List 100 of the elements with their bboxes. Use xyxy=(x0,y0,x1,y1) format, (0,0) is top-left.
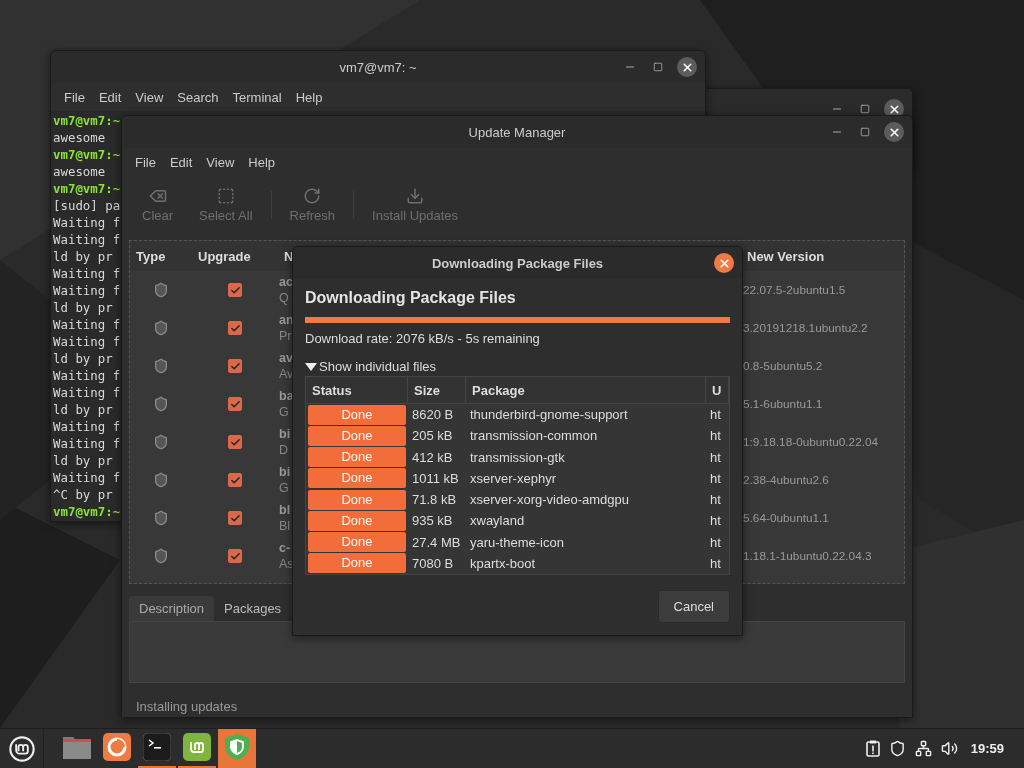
table-cell-text: ht xyxy=(709,470,722,486)
status-badge: Done xyxy=(308,425,406,446)
shield-icon xyxy=(153,358,169,374)
maximize-icon xyxy=(653,62,663,72)
table-cell-text: ht xyxy=(709,534,722,550)
table-cell-text: 2.38-4ubuntu2.6 xyxy=(742,473,830,487)
terminal-line: ld by pr xyxy=(53,452,113,469)
tab[interactable]: Packages xyxy=(214,596,292,621)
close-button[interactable] xyxy=(677,57,697,77)
menu-item[interactable]: View xyxy=(128,89,171,105)
terminal-prompt: vm7@vm7:~ xyxy=(53,503,121,520)
table-cell-text: ht xyxy=(709,428,722,444)
table-cell-text: ht xyxy=(709,407,722,423)
backspace-icon xyxy=(148,187,167,205)
close-icon xyxy=(887,102,901,116)
dialog-title: Downloading Package Files xyxy=(431,255,604,271)
package-description: D xyxy=(279,442,289,458)
caret-icon xyxy=(305,362,317,371)
menu-item[interactable]: View xyxy=(199,154,242,170)
menu-item[interactable]: Search xyxy=(170,89,226,105)
checkbox[interactable] xyxy=(228,359,242,373)
checkbox[interactable] xyxy=(228,549,242,563)
menu-item[interactable]: File xyxy=(57,89,92,105)
table-cell-text: 0.8-5ubuntu5.2 xyxy=(742,359,824,373)
status-badge: Done xyxy=(308,553,406,574)
shield-icon xyxy=(224,733,250,761)
terminal-line: Waiting f xyxy=(53,316,121,333)
menu-item[interactable]: Help xyxy=(288,89,330,105)
table-cell-text: ht xyxy=(709,555,722,571)
column-header[interactable]: Package xyxy=(466,377,706,404)
shield-icon[interactable] xyxy=(888,740,906,757)
update-manager-icon xyxy=(183,733,211,761)
terminal-line: ld by pr xyxy=(53,248,113,265)
checkbox[interactable] xyxy=(228,321,242,335)
menu-item[interactable]: Help xyxy=(241,154,283,170)
close-button[interactable] xyxy=(714,253,734,273)
package-name: c- xyxy=(279,540,291,556)
volume-icon[interactable] xyxy=(940,740,958,757)
package-name: bl xyxy=(279,502,291,518)
tab[interactable]: Description xyxy=(129,596,215,621)
terminal-icon xyxy=(143,733,171,761)
column-header[interactable]: Type xyxy=(130,248,192,264)
table-cell-text: 7080 B xyxy=(411,555,455,571)
table-cell-text: 27.4 MB xyxy=(411,534,462,550)
column-header[interactable]: Upgrade xyxy=(192,248,278,264)
table-cell-text: xserver-xorg-video-amdgpu xyxy=(469,492,630,508)
terminal-line: ^C by pr xyxy=(53,486,113,503)
table-cell-text: thunderbird-gnome-support xyxy=(469,407,629,423)
status-badge: Done xyxy=(308,404,406,425)
refresh-icon xyxy=(303,187,322,205)
table-cell-text: 1:9.18.18-0ubuntu0.22.04 xyxy=(742,435,880,449)
dialog-heading: Downloading Package Files xyxy=(305,289,516,307)
column-header[interactable]: U xyxy=(706,377,729,404)
table-cell-text: xserver-xephyr xyxy=(469,470,557,486)
checkbox[interactable] xyxy=(228,397,242,411)
package-description: Pr xyxy=(279,328,292,344)
table-cell-text: 5.1-6ubuntu1.1 xyxy=(742,397,824,411)
menu-item[interactable]: Edit xyxy=(162,154,200,170)
terminal-prompt: vm7@vm7:~ xyxy=(53,180,121,197)
table-cell-text: ht xyxy=(709,513,722,529)
menu-item[interactable]: Terminal xyxy=(225,89,289,105)
package-description: G xyxy=(279,480,289,496)
table-cell-text: transmission-gtk xyxy=(469,449,566,465)
expander[interactable]: Show individual files xyxy=(305,359,437,374)
checkbox[interactable] xyxy=(228,511,242,525)
clock[interactable]: 19:59 xyxy=(970,741,1004,756)
status-badge: Done xyxy=(308,489,406,510)
terminal-line: ld by pr xyxy=(53,401,113,418)
column-header[interactable]: Size xyxy=(408,377,466,404)
table-cell-text: ht xyxy=(709,492,722,508)
taskbar-app[interactable] xyxy=(218,728,256,768)
terminal-line: Waiting f xyxy=(53,418,121,435)
table-cell-text: transmission-common xyxy=(469,428,599,444)
terminal-line: Waiting f xyxy=(53,214,121,231)
terminal-line: ld by pr xyxy=(53,350,113,367)
terminal-line: Waiting f xyxy=(53,384,121,401)
close-button[interactable] xyxy=(884,122,904,142)
checkbox[interactable] xyxy=(228,473,242,487)
column-header[interactable]: Status xyxy=(306,377,408,404)
table-cell-text: 71.8 kB xyxy=(411,492,458,508)
column-header[interactable]: New Version xyxy=(741,248,904,264)
terminal-line: Waiting f xyxy=(53,231,121,248)
terminal-prompt: vm7@vm7:~ xyxy=(53,146,121,163)
package-description: Q xyxy=(279,290,289,306)
table-cell-text: 8620 B xyxy=(411,407,455,423)
network-icon[interactable] xyxy=(914,740,932,757)
package-description: Bl xyxy=(279,518,291,534)
clipboard-alert-icon[interactable] xyxy=(865,740,880,757)
terminal-prompt: vm7@vm7:~ xyxy=(53,112,121,129)
status-badge: Done xyxy=(308,532,406,553)
cancel-button[interactable]: Cancel xyxy=(657,590,730,623)
table-cell-text: 1.18.1-1ubuntu0.22.04.3 xyxy=(742,549,873,563)
table-cell-text: xwayland xyxy=(469,513,526,529)
shield-icon xyxy=(153,320,169,336)
maximize-icon xyxy=(860,127,870,137)
close-icon xyxy=(717,256,731,270)
checkbox[interactable] xyxy=(228,283,242,297)
menu-item[interactable]: File xyxy=(128,154,163,170)
menu-item[interactable]: Edit xyxy=(91,89,129,105)
checkbox[interactable] xyxy=(228,435,242,449)
